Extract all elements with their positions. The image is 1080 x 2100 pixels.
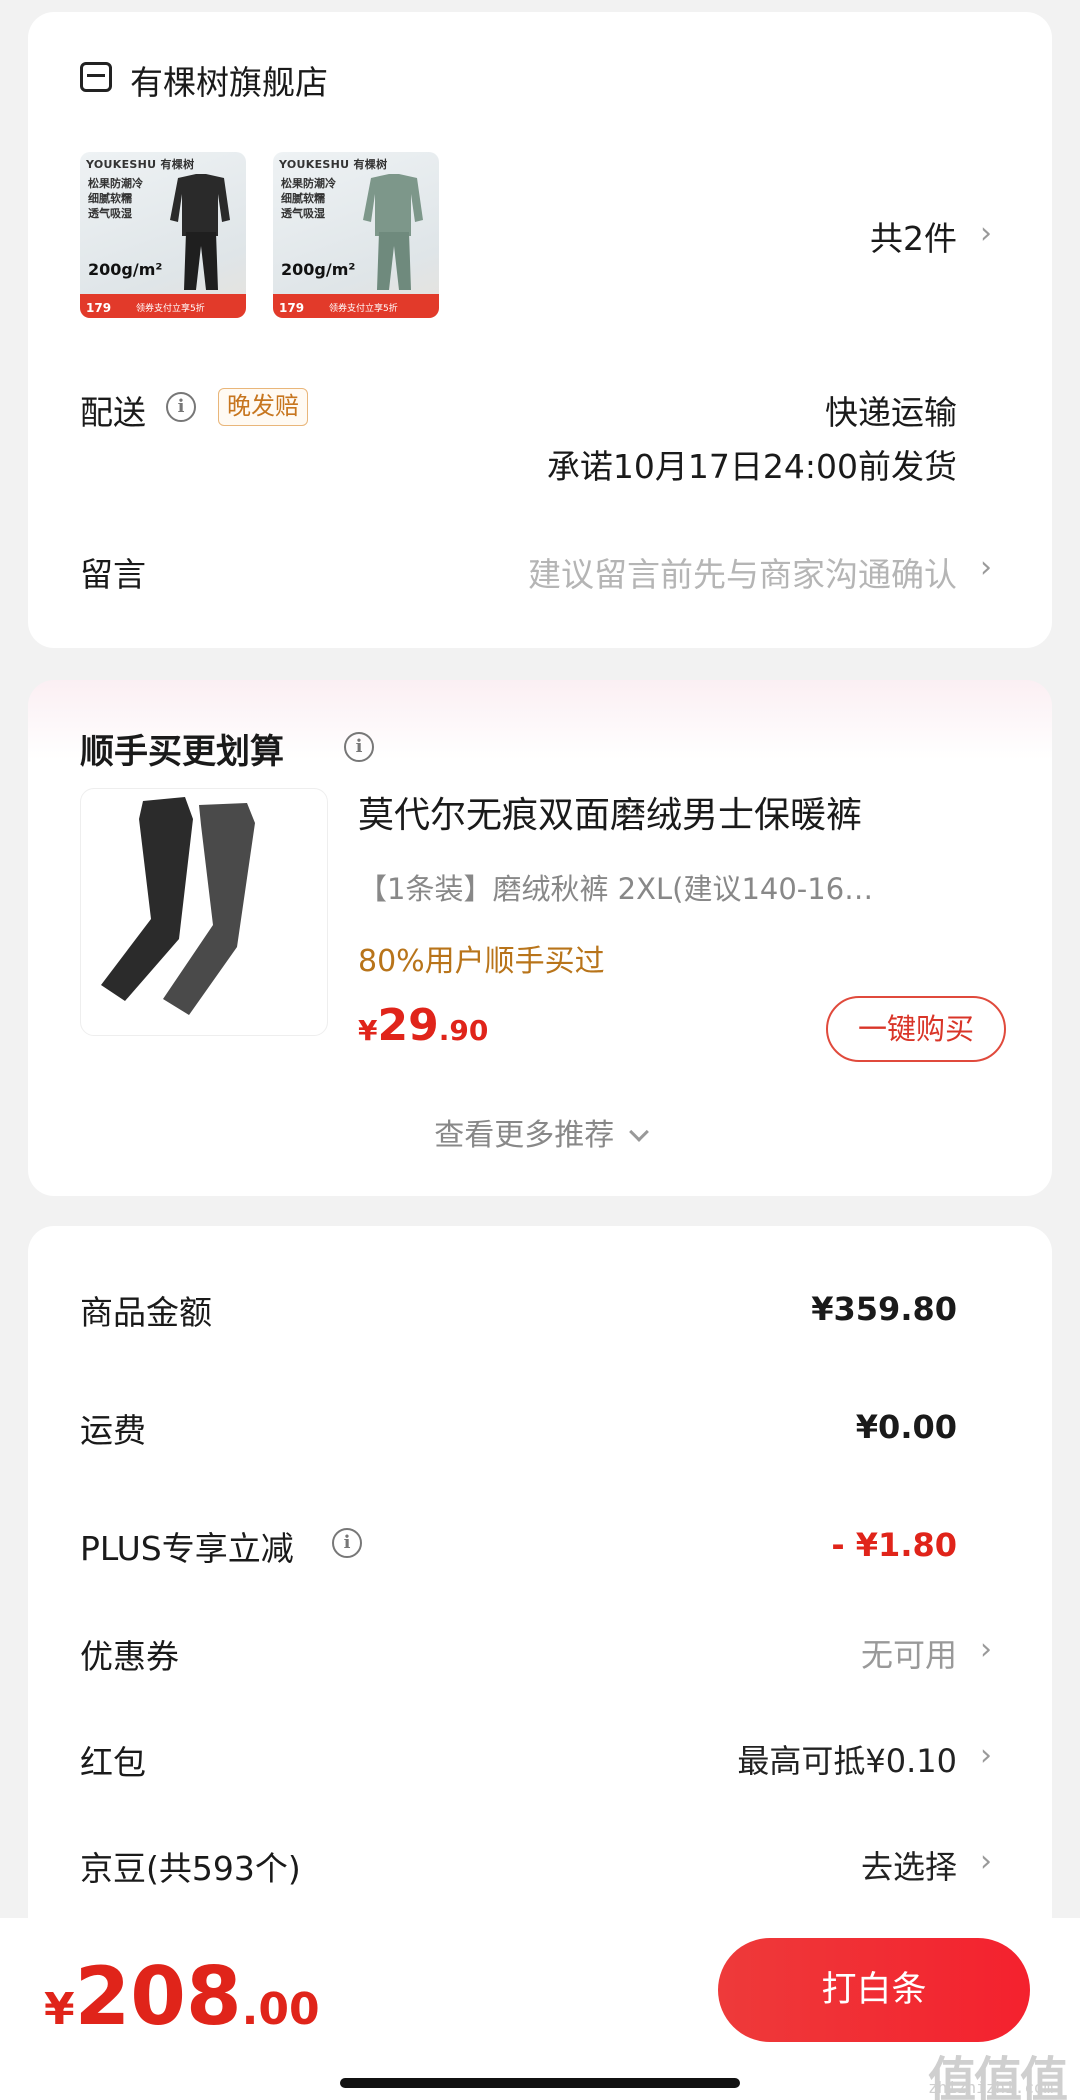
chevron-right-icon[interactable]: ›	[980, 550, 992, 585]
total-price: ¥208.00	[44, 1950, 320, 2043]
red-packet-value[interactable]: 最高可抵¥0.10	[737, 1736, 957, 1782]
one-click-buy-button[interactable]: 一键购买	[826, 996, 1006, 1062]
recommended-product-price: ¥29.90	[358, 1000, 489, 1051]
chevron-down-icon	[628, 1122, 649, 1142]
checkout-bar: ¥208.00 打白条 值值值 zhizhizhi.com	[0, 1918, 1080, 2100]
jingdou-value[interactable]: 去选择	[861, 1842, 957, 1888]
info-icon[interactable]: i	[332, 1528, 362, 1558]
buyers-badge: 80%用户顺手买过	[358, 944, 605, 979]
pants-image	[101, 797, 255, 1015]
info-icon[interactable]: i	[166, 392, 196, 422]
plus-discount-value: - ¥1.80	[831, 1526, 957, 1564]
goods-amount-label: 商品金额	[80, 1293, 212, 1332]
recommended-product-image[interactable]	[80, 788, 328, 1036]
store-icon	[80, 62, 112, 92]
recommendation-title: 顺手买更划算	[80, 732, 284, 772]
recommended-product-name[interactable]: 莫代尔无痕双面磨绒男士保暖裤	[358, 786, 862, 838]
pay-with-baitiao-button[interactable]: 打白条	[718, 1938, 1030, 2042]
watermark-url: zhizhizhi.com	[928, 2078, 1054, 2097]
chevron-right-icon[interactable]: ›	[980, 1632, 992, 1667]
delivery-promise: 承诺10月17日24:00前发货	[546, 447, 957, 486]
jingdou-label: 京豆(共593个)	[80, 1849, 301, 1888]
message-input[interactable]: 建议留言前先与商家沟通确认	[528, 548, 957, 596]
chevron-right-icon[interactable]: ›	[980, 1738, 992, 1773]
plus-discount-label: PLUS专享立减	[80, 1529, 294, 1568]
recommendation-card: 顺手买更划算 i 莫代尔无痕双面磨绒男士保暖裤 【1条装】磨绒秋裤 2XL(建议…	[28, 680, 1052, 1196]
delivery-method[interactable]: 快递运输	[825, 386, 957, 434]
shipping-value: ¥0.00	[855, 1408, 957, 1446]
coupon-label: 优惠券	[80, 1637, 179, 1676]
chevron-right-icon[interactable]: ›	[980, 216, 992, 251]
shipping-label: 运费	[80, 1411, 146, 1450]
store-name[interactable]: 有棵树旗舰店	[130, 56, 328, 104]
chevron-right-icon[interactable]: ›	[980, 1844, 992, 1879]
message-label: 留言	[80, 555, 146, 594]
late-compensation-badge: 晚发赔	[218, 388, 308, 426]
store-card: 有棵树旗舰店 YOUKESHU 有棵树 松果防潮冷 细腻软糯 透气吸湿 200g…	[28, 12, 1052, 648]
item-count[interactable]: 共2件	[28, 212, 957, 260]
goods-amount-value: ¥359.80	[811, 1290, 957, 1328]
info-icon[interactable]: i	[344, 732, 374, 762]
coupon-value[interactable]: 无可用	[861, 1630, 957, 1676]
home-indicator[interactable]	[340, 2078, 740, 2088]
delivery-label: 配送	[80, 393, 146, 432]
red-packet-label: 红包	[80, 1743, 146, 1782]
recommended-product-spec[interactable]: 【1条装】磨绒秋裤 2XL(建议140-16…	[358, 866, 968, 908]
view-more-recommendations[interactable]: 查看更多推荐	[28, 1110, 1052, 1154]
